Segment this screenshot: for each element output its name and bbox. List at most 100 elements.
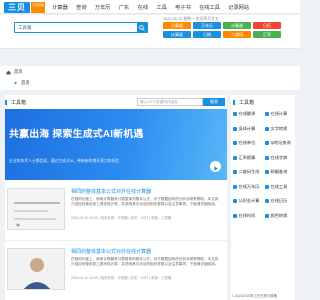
sidebar-item-label: 身体计算 xyxy=(238,125,256,131)
sidebar-item-label: 邮编查询 xyxy=(270,169,288,174)
nav-item[interactable]: 记录网站 xyxy=(224,4,253,11)
search-input[interactable] xyxy=(18,24,68,32)
tool-icon xyxy=(265,213,269,218)
article-excerpt: 在相同长度上，使用计算器来计算整体的基本公式，对于数据结构的分析非常有帮助。本文… xyxy=(71,197,219,207)
article-meta: 2023-06-12 10:00 | 相关标签：计算器 | 浏览：1027 | … xyxy=(71,276,172,280)
nav-item[interactable]: 工具 xyxy=(152,4,171,11)
banner-text: 企业和技术人士都会说，通过生成式AI，带来新的增长潜力和机会 xyxy=(9,159,119,163)
main-nav: 计算器 查询 万年历 广东 在线 工具 电子书 在线工具 记录网站 xyxy=(48,0,253,14)
sidebar-item[interactable]: 在线字典 xyxy=(265,154,295,162)
sidebar-item-label: 汇率换算 xyxy=(238,154,256,160)
person-image xyxy=(8,249,64,289)
arrow-right-icon xyxy=(14,81,18,85)
article-meta: 2023-06-12 10:00 | 相关标签：计算器 | 浏览：1027 | … xyxy=(71,216,172,220)
sidebar-item[interactable]: 在线万年历 xyxy=(233,183,263,191)
sidebar-item[interactable]: 颜色转换 xyxy=(265,212,295,220)
quick-link-chip[interactable]: 计算器 xyxy=(163,22,191,29)
article-thumbnail xyxy=(7,248,65,290)
section-heading: 工具箱 xyxy=(5,99,26,106)
sidebar-item[interactable]: 汇率换算 xyxy=(233,154,263,162)
sidebar-footer-text: 1-4021/2023年工作日的计算器 xyxy=(232,294,277,298)
banner-play-button[interactable] xyxy=(210,161,221,172)
tool-icon xyxy=(233,126,237,131)
sidebar-item[interactable]: 身体计算 xyxy=(233,125,263,133)
sidebar-item[interactable]: 公积金计算 xyxy=(233,197,263,205)
article-title[interactable]: 相同的整体基本公式对外在线计算器 xyxy=(71,188,151,195)
quick-link-chip[interactable]: 汇率 xyxy=(253,31,281,38)
article-thumbnail xyxy=(7,188,65,230)
sidebar-item[interactable]: 二维码生成 xyxy=(233,168,263,176)
quick-links: 计算器 万年历 计算器 日历 计算器 日期 二维码 汇率 xyxy=(163,22,283,38)
tool-icon xyxy=(265,112,269,116)
sidebar-item-label: 在线计算 xyxy=(270,111,288,116)
sidebar-item[interactable]: 在线翻译 xyxy=(233,110,263,118)
tool-icon xyxy=(233,141,237,145)
nav-item[interactable]: 广东 xyxy=(115,4,134,11)
sidebar-item[interactable]: Ip地址查询 xyxy=(265,139,295,147)
quick-link-chip[interactable]: 日期 xyxy=(193,31,221,38)
sidebar-tool-list: 在线翻译 在线计算身体计算 文字转换在线单位 Ip地址查询汇率换算 在线字典二维码生成 邮… xyxy=(233,110,295,220)
breadcrumb-row[interactable]: 首页 xyxy=(6,69,23,75)
play-icon xyxy=(214,166,218,171)
page-title: 工具箱 xyxy=(11,100,27,106)
content-search-button[interactable]: 搜索 xyxy=(203,98,225,106)
breadcrumb-row[interactable]: 首页 xyxy=(14,80,30,86)
breadcrumb xyxy=(0,66,300,90)
sidebar-item-label: 文字转换 xyxy=(270,125,288,131)
sidebar-item-label: 在线时间 xyxy=(238,212,256,218)
breadcrumb-label: 首页 xyxy=(14,69,23,74)
sidebar-title: 工具箱 xyxy=(239,100,255,106)
divider xyxy=(5,240,227,241)
section-marker-icon xyxy=(233,100,235,105)
section-marker-icon xyxy=(5,100,7,105)
search-button[interactable] xyxy=(137,23,147,32)
formula-image xyxy=(14,202,60,227)
tool-icon xyxy=(233,199,237,203)
tool-icon xyxy=(265,199,269,203)
content-search-input[interactable]: 输入1-5个关键词开始查 xyxy=(137,98,203,106)
tool-icon xyxy=(265,155,269,160)
sidebar-item[interactable]: 在线工具 xyxy=(265,183,295,191)
site-search xyxy=(14,22,148,33)
quick-link-chip[interactable]: 日历 xyxy=(253,22,281,29)
list-item[interactable]: 相同的整体基本公式对外在线计算器 在相同长度上，使用计算器来计算整体的基本公式，… xyxy=(5,184,227,240)
tool-icon xyxy=(233,213,237,218)
sidebar-item[interactable]: 邮编查询 xyxy=(265,168,295,176)
sidebar-item[interactable]: 在线单位 xyxy=(233,139,263,147)
sidebar-item-label: Ip地址查询 xyxy=(270,140,291,145)
sidebar-item-label: 在线万年历 xyxy=(238,183,260,189)
breadcrumb-label: 首页 xyxy=(21,80,30,85)
nav-item[interactable]: 电子书 xyxy=(171,4,195,11)
nav-item[interactable]: 查询 xyxy=(72,4,91,11)
logo-sub: 计算器网 xyxy=(31,1,45,13)
nav-item[interactable]: 在线工具 xyxy=(195,4,224,11)
nav-item[interactable]: 在线 xyxy=(133,4,152,11)
nav-item[interactable]: 万年历 xyxy=(91,4,115,11)
sidebar-item-label: 在线翻译 xyxy=(238,111,256,116)
sidebar-item[interactable]: 文字转换 xyxy=(265,125,295,133)
article-excerpt: 在相同长度上，使用计算器来计算整体的基本公式，对于数据结构的分析非常有帮助。本文… xyxy=(71,257,219,267)
quick-link-chip[interactable]: 万年历 xyxy=(193,22,221,29)
site-logo[interactable]: 三贝 计算器网 xyxy=(4,1,45,13)
sidebar-item-label: 在线字典 xyxy=(270,154,288,160)
banner-headline: 共赢出海 探索生成式AI新机遇 xyxy=(9,129,144,140)
sidebar-item[interactable]: 在线时间 xyxy=(233,212,263,220)
quick-link-chip[interactable]: 计算器 xyxy=(163,31,191,38)
sidebar-item[interactable]: 在线计算 xyxy=(265,110,295,118)
tool-icon xyxy=(265,184,269,189)
tool-icon xyxy=(233,170,237,174)
sidebar-item-label: 在线单位 xyxy=(238,140,256,145)
nav-item[interactable]: 计算器 xyxy=(48,4,72,11)
list-item[interactable]: 相同的整体基本公式对外在线计算器 在相同长度上，使用计算器来计算整体的基本公式，… xyxy=(5,244,227,300)
quick-link-chip[interactable]: 二维码 xyxy=(223,31,251,38)
sidebar-item-label: 二维码生成 xyxy=(238,169,260,174)
sidebar-item-label: 公积金计算 xyxy=(238,198,260,203)
sidebar-item-label: 在线日历 xyxy=(270,198,288,203)
article-title[interactable]: 相同的整体基本公式对外在线计算器 xyxy=(71,248,151,255)
tool-icon xyxy=(233,112,237,116)
tool-icon xyxy=(265,141,269,145)
sidebar-item-label: 在线工具 xyxy=(270,183,288,189)
sidebar-item[interactable]: 在线日历 xyxy=(265,197,295,205)
quick-link-chip[interactable]: 计算器 xyxy=(223,22,251,29)
promo-banner[interactable]: 共赢出海 探索生成式AI新机遇 企业和技术人士都会说，通过生成式AI，带来新的增… xyxy=(5,109,227,180)
